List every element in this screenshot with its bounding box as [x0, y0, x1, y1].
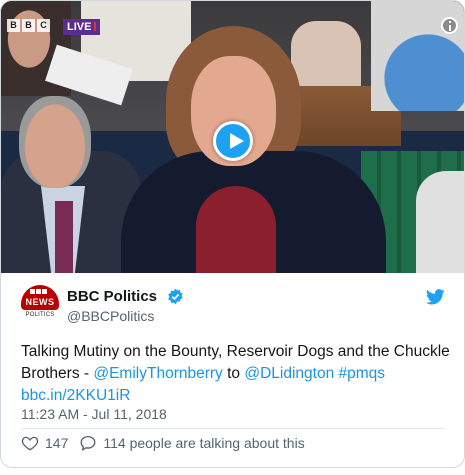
verified-icon — [168, 288, 183, 305]
conversation-link[interactable]: 114 people are talking about this — [103, 435, 304, 451]
avatar-news-label: NEWS — [25, 297, 55, 307]
avatar[interactable]: NEWS POLITICS — [21, 285, 59, 323]
tweet-actions: 147 114 people are talking about this — [21, 433, 305, 453]
heart-icon[interactable] — [21, 434, 39, 452]
avatar-politics-label: POLITICS — [25, 312, 55, 318]
live-badge: LIVE — [63, 19, 101, 35]
divider — [21, 428, 444, 429]
reply-icon[interactable] — [79, 434, 97, 452]
embedded-tweet-card: B B C LIVE NEWS POLITICS BBC Politics @B… — [0, 0, 465, 468]
tweet-text-connector: to — [222, 365, 245, 382]
url-link[interactable]: bbc.in/2KKU1iR — [21, 387, 130, 404]
hashtag-link[interactable]: #pmqs — [339, 365, 386, 382]
play-icon[interactable] — [213, 121, 253, 161]
broadcaster-logo: B B C — [7, 19, 50, 32]
tweet-text: Talking Mutiny on the Bounty, Reservoir … — [21, 341, 451, 407]
broadcaster-logo-letter: C — [37, 19, 50, 32]
mention-link[interactable]: @DLidington — [244, 365, 334, 382]
mention-link[interactable]: @EmilyThornberry — [93, 365, 222, 382]
author-handle[interactable]: @BBCPolitics — [67, 308, 154, 324]
author-name[interactable]: BBC Politics — [67, 288, 157, 305]
broadcaster-logo-letter: B — [22, 19, 35, 32]
video-player[interactable]: B B C LIVE — [1, 1, 464, 273]
broadcaster-logo-letter: B — [7, 19, 20, 32]
twitter-bird-icon[interactable] — [426, 289, 445, 305]
tweet-timestamp[interactable]: 11:23 AM - Jul 11, 2018 — [21, 406, 167, 422]
info-icon[interactable] — [441, 17, 458, 34]
like-count[interactable]: 147 — [45, 435, 68, 451]
